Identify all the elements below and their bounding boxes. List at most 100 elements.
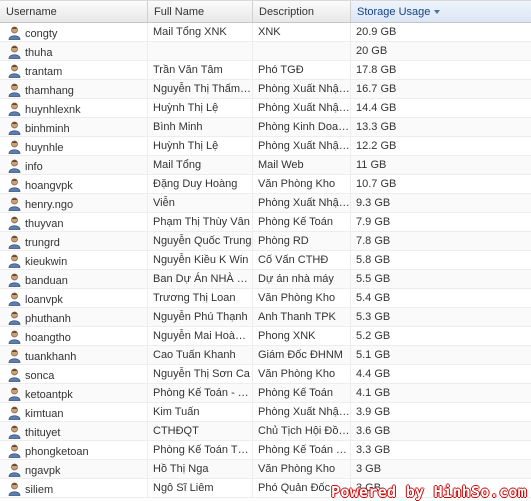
username-text: loanvpk	[25, 294, 63, 306]
table-row[interactable]: thituyet CTHĐQTChủ Tịch Hội Đồng Quản Trị…	[0, 422, 531, 441]
storage-cell: 17.8 GB	[356, 64, 397, 76]
description-cell: Văn Phòng Kho	[253, 365, 351, 383]
column-header-fullname[interactable]: Full Name	[148, 1, 253, 22]
username-text: sonca	[25, 370, 55, 382]
fullname-cell: Phòng Kế Toán TPK	[148, 441, 253, 459]
table-row[interactable]: huynhle Huỳnh Thị LệPhòng Xuất Nhập Khẩu 1…	[0, 137, 531, 156]
username-cell: thituyet	[0, 422, 148, 440]
table-row[interactable]: thuha 20 GB	[0, 42, 531, 61]
storage-cell: 12.2 GB	[356, 140, 397, 152]
table-row[interactable]: banduan Ban Dự Án NHÀ MÁY Dự án nhà máy 5.5…	[0, 270, 531, 289]
username-cell: banduan	[0, 270, 148, 288]
table-row[interactable]: binhminh Bình Minh Phòng Kinh Doanh 13.3 GB	[0, 118, 531, 137]
username-text: ketoantpk	[25, 389, 73, 401]
storage-cell: 20.9 GB	[356, 26, 397, 38]
description-cell: Phòng Xuất Nhập Khẩu	[253, 99, 351, 117]
fullname-cell: Phạm Thị Thùy Vân	[148, 213, 253, 231]
table-row[interactable]: kieukwin Nguyễn Kiều K Win Cố Vấn CTHĐ 5.8 …	[0, 251, 531, 270]
table-row[interactable]: trantam Trần Văn Tâm Phó TGĐ 17.8 GB	[0, 61, 531, 80]
storage-cell: 7.9 GB	[356, 216, 391, 228]
table-row[interactable]: hoangtho Nguyễn Mai Hoàng ThọPhong XNK 5.2…	[0, 327, 531, 346]
storage-cell: 4.1 GB	[356, 387, 391, 399]
user-icon	[8, 159, 21, 173]
table-row[interactable]: ngavpk Hồ Thị Nga Văn Phòng Kho 3 GB	[0, 460, 531, 479]
table-row[interactable]: tuankhanh Cao Tuấn Khanh Giám Đốc ĐHNM 5.1 …	[0, 346, 531, 365]
fullname-cell: Hồ Thị Nga	[148, 460, 253, 478]
user-icon	[8, 254, 21, 268]
username-text: phongketoan	[25, 446, 89, 458]
fullname-cell: Nguyễn Thị Thấm Hằng	[148, 80, 253, 98]
username-cell: kieukwin	[0, 251, 148, 269]
description-cell: Văn Phòng Kho	[253, 175, 351, 193]
description-cell: Phòng Xuất Nhập Khẩu	[253, 137, 351, 155]
user-icon	[8, 102, 21, 116]
table-row[interactable]: trungrd Nguyễn Quốc Trung Phòng RD 7.8 GB	[0, 232, 531, 251]
storage-cell: 5.8 GB	[356, 254, 391, 266]
user-icon	[8, 273, 21, 287]
username-cell: congty	[0, 23, 148, 41]
username-cell: thamhang	[0, 80, 148, 98]
user-icon	[8, 463, 21, 477]
storage-cell: 3 GB	[356, 463, 382, 475]
table-row[interactable]: phuthanh Nguyễn Phú Thạnh Anh Thanh TPK 5.3…	[0, 308, 531, 327]
username-text: hoangtho	[25, 332, 71, 344]
description-cell: Cố Vấn CTHĐ	[253, 251, 351, 269]
user-icon	[8, 368, 21, 382]
description-cell	[253, 42, 351, 60]
table-row[interactable]: info Mail Tổng Mail Web 11 GB	[0, 156, 531, 175]
fullname-cell: Ban Dự Án NHÀ MÁY	[148, 270, 253, 288]
username-text: phuthanh	[25, 313, 71, 325]
storage-cell: 3.3 GB	[356, 444, 391, 456]
username-cell: ketoantpk	[0, 384, 148, 402]
fullname-cell: Nguyễn Phú Thạnh	[148, 308, 253, 326]
username-cell: hoangvpk	[0, 175, 148, 193]
storage-cell: 5.2 GB	[356, 330, 391, 342]
user-icon	[8, 235, 21, 249]
table-row[interactable]: thamhang Nguyễn Thị Thấm HằngPhòng Xuất N…	[0, 80, 531, 99]
username-cell: henry.ngo	[0, 194, 148, 212]
username-text: banduan	[25, 275, 68, 287]
username-cell: info	[0, 156, 148, 174]
username-text: kieukwin	[25, 256, 68, 268]
username-text: trungrd	[25, 237, 60, 249]
fullname-cell: Mail Tổng	[148, 156, 253, 174]
column-header-storage[interactable]: Storage Usage	[351, 1, 531, 22]
column-header-username[interactable]: Username	[0, 1, 148, 22]
user-icon	[8, 45, 21, 59]
storage-cell: 5.3 GB	[356, 311, 391, 323]
grid-body: congty Mail Tổng XNK XNK 20.9 GB thuha 20 GB t…	[0, 23, 531, 498]
username-cell: hoangtho	[0, 327, 148, 345]
storage-cell: 14.4 GB	[356, 102, 397, 114]
table-row[interactable]: congty Mail Tổng XNK XNK 20.9 GB	[0, 23, 531, 42]
username-text: binhminh	[25, 123, 70, 135]
table-row[interactable]: phongketoan Phòng Kế Toán TPK Phòng Kế Toá…	[0, 441, 531, 460]
description-cell: Dự án nhà máy	[253, 270, 351, 288]
table-row[interactable]: ketoantpk Phòng Kế Toán - TPK Phòng Kế Toá…	[0, 384, 531, 403]
storage-cell: 3.6 GB	[356, 425, 391, 437]
fullname-cell: Mail Tổng XNK	[148, 23, 253, 41]
username-text: ngavpk	[25, 465, 61, 477]
username-text: hoangvpk	[25, 180, 73, 192]
description-cell: Phòng Kế Toán	[253, 213, 351, 231]
table-row[interactable]: thuyvan Phạm Thị Thùy Vân Phòng Kế Toán 7.9…	[0, 213, 531, 232]
storage-cell: 20 GB	[356, 45, 388, 57]
fullname-cell: Nguyễn Quốc Trung	[148, 232, 253, 250]
table-row[interactable]: henry.ngo ViễnPhòng Xuất Nhập Khẩu 9.3 GB	[0, 194, 531, 213]
table-row[interactable]: loanvpk Trương Thị Loan Văn Phòng Kho 5.4 G…	[0, 289, 531, 308]
fullname-cell: Trương Thị Loan	[148, 289, 253, 307]
table-row[interactable]: huynhlexnk Huỳnh Thị LệPhòng Xuất Nhập Kh…	[0, 99, 531, 118]
storage-cell: 10.7 GB	[356, 178, 397, 190]
username-cell: huynhlexnk	[0, 99, 148, 117]
table-row[interactable]: sonca Nguyễn Thị Sơn Ca Văn Phòng Kho 4.4 G…	[0, 365, 531, 384]
user-icon	[8, 64, 21, 78]
description-cell: Phòng Xuất Nhập Khẩu	[253, 80, 351, 98]
table-row[interactable]: kimtuan Kim TuấnPhòng Xuất Nhập Khẩu 3.9 G…	[0, 403, 531, 422]
column-header-description[interactable]: Description	[253, 1, 351, 22]
description-cell: Phòng Kế Toán	[253, 384, 351, 402]
fullname-cell: CTHĐQT	[148, 422, 253, 440]
fullname-cell: Phòng Kế Toán - TPK	[148, 384, 253, 402]
table-row[interactable]: hoangvpk Đặng Duy Hoàng Văn Phòng Kho 10.7 …	[0, 175, 531, 194]
fullname-cell: Nguyễn Mai Hoàng Thọ	[148, 327, 253, 345]
column-header-storage-label: Storage Usage	[357, 6, 431, 18]
storage-cell: 5.1 GB	[356, 349, 391, 361]
